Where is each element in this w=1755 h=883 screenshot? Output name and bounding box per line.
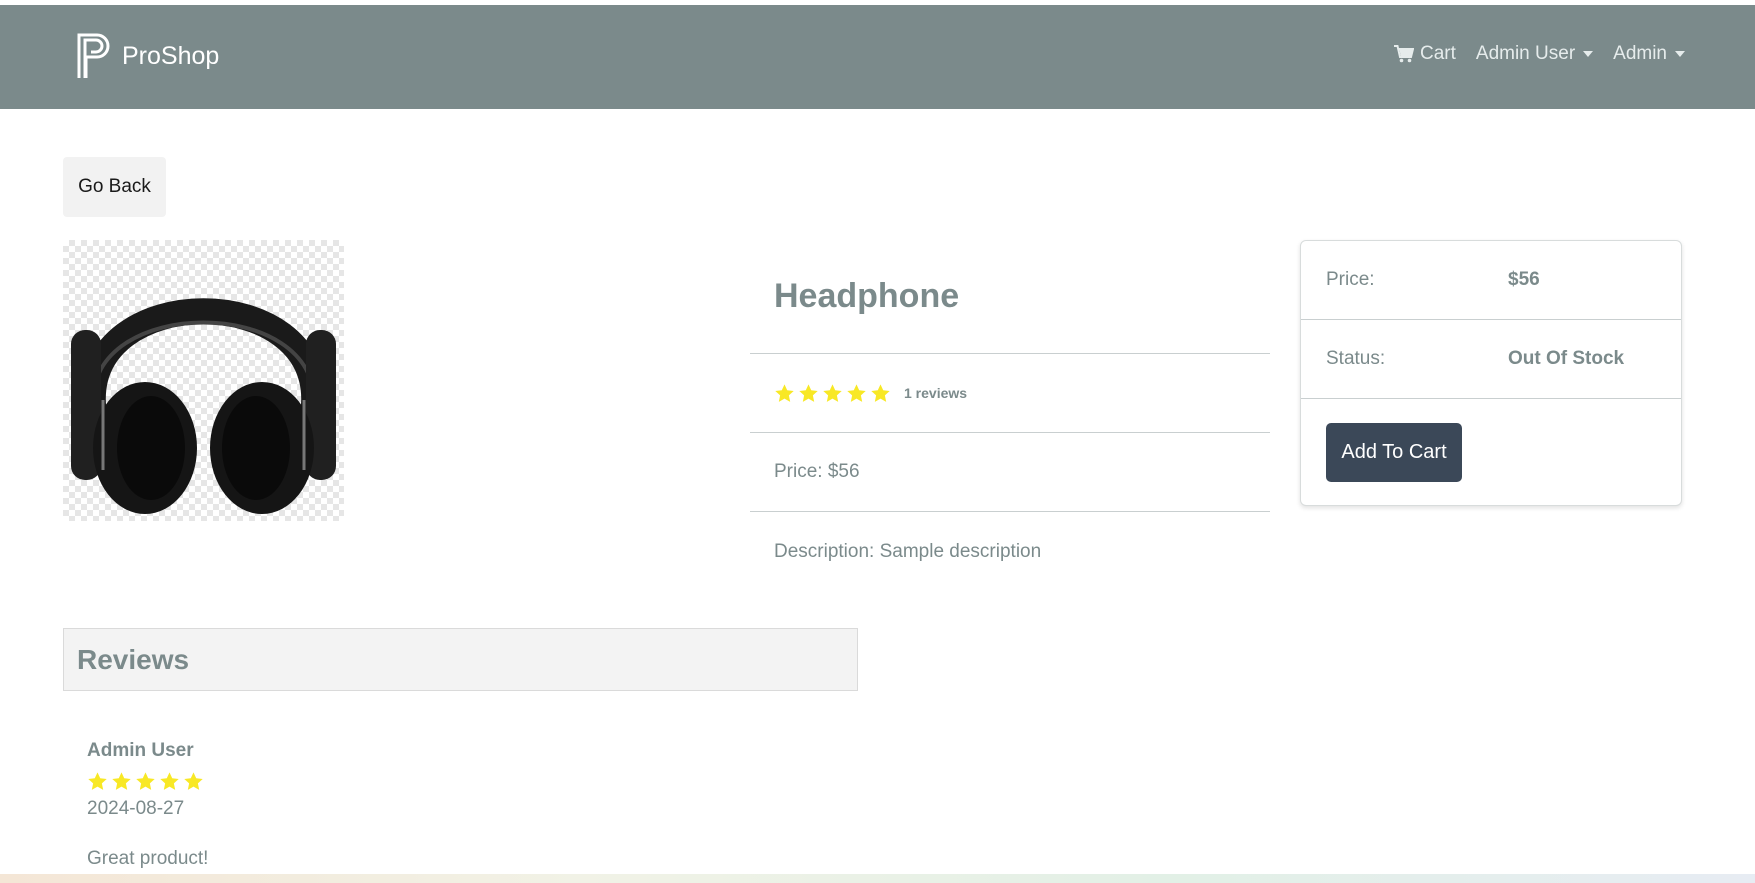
review-date: 2024-08-27 <box>87 798 185 819</box>
card-button-row: Add To Cart <box>1301 399 1681 505</box>
nav-links: Cart Admin User Admin <box>1393 43 1685 65</box>
star-icon <box>88 772 107 790</box>
user-menu-label: Admin User <box>1475 43 1576 64</box>
product-description-row: Description: Sample description <box>750 512 1270 591</box>
caret-down-icon <box>1675 51 1685 57</box>
bottom-edge-strip <box>0 874 1755 883</box>
shopping-cart-icon <box>1393 45 1414 63</box>
star-icon <box>112 772 131 790</box>
star-icon <box>823 383 842 402</box>
card-status-value: Out Of Stock <box>1508 348 1625 369</box>
star-icon <box>160 772 179 790</box>
reviews-header: Reviews <box>63 628 858 691</box>
product-details: Headphone 1 reviews Price: $56 Descripti… <box>750 240 1270 591</box>
star-icon <box>184 772 203 790</box>
admin-menu-label: Admin <box>1613 43 1667 64</box>
star-icon <box>847 383 866 402</box>
product-title-row: Headphone <box>750 240 1270 354</box>
user-menu-dropdown[interactable]: Admin User <box>1475 43 1594 65</box>
brand-name: ProShop <box>122 41 220 70</box>
review-item: Admin User 2024-08-27 Great product! <box>87 740 787 870</box>
review-count: 1 reviews <box>904 385 968 401</box>
caret-down-icon <box>1583 51 1594 57</box>
review-rating-stars <box>87 771 787 792</box>
reviews-heading: Reviews <box>77 643 190 675</box>
product-image <box>63 240 344 521</box>
card-price-row: Price: $56 <box>1301 241 1681 320</box>
product-description: Description: Sample description <box>774 540 1042 562</box>
review-comment: Great product! <box>87 848 209 869</box>
cart-label: Cart <box>1419 43 1456 64</box>
add-to-cart-button[interactable]: Add To Cart <box>1326 422 1462 482</box>
product-rating-stars <box>774 383 891 404</box>
card-price-label: Price: <box>1326 269 1375 290</box>
card-price-value: $56 <box>1508 269 1540 290</box>
star-icon <box>775 383 794 402</box>
go-back-button[interactable]: Go Back <box>63 157 166 217</box>
card-status-row: Status: Out Of Stock <box>1301 320 1681 399</box>
brand-link[interactable]: ProShop <box>76 32 219 80</box>
star-icon <box>799 383 818 402</box>
top-navbar: ProShop Cart Admin User Admin <box>0 5 1755 109</box>
review-author: Admin User <box>87 740 194 761</box>
product-title: Headphone <box>774 277 960 315</box>
admin-menu-dropdown[interactable]: Admin <box>1613 43 1685 65</box>
product-price-row: Price: $56 <box>750 433 1270 512</box>
headphone-image <box>71 298 336 514</box>
purchase-card: Price: $56 Status: Out Of Stock Add To C… <box>1300 240 1682 506</box>
star-icon <box>871 383 890 402</box>
proshop-logo-icon <box>77 33 110 78</box>
star-icon <box>136 772 155 790</box>
product-rating-row: 1 reviews <box>750 354 1270 433</box>
card-status-label: Status: <box>1326 348 1386 369</box>
cart-link[interactable]: Cart <box>1393 43 1456 65</box>
product-price: Price: $56 <box>774 461 860 482</box>
